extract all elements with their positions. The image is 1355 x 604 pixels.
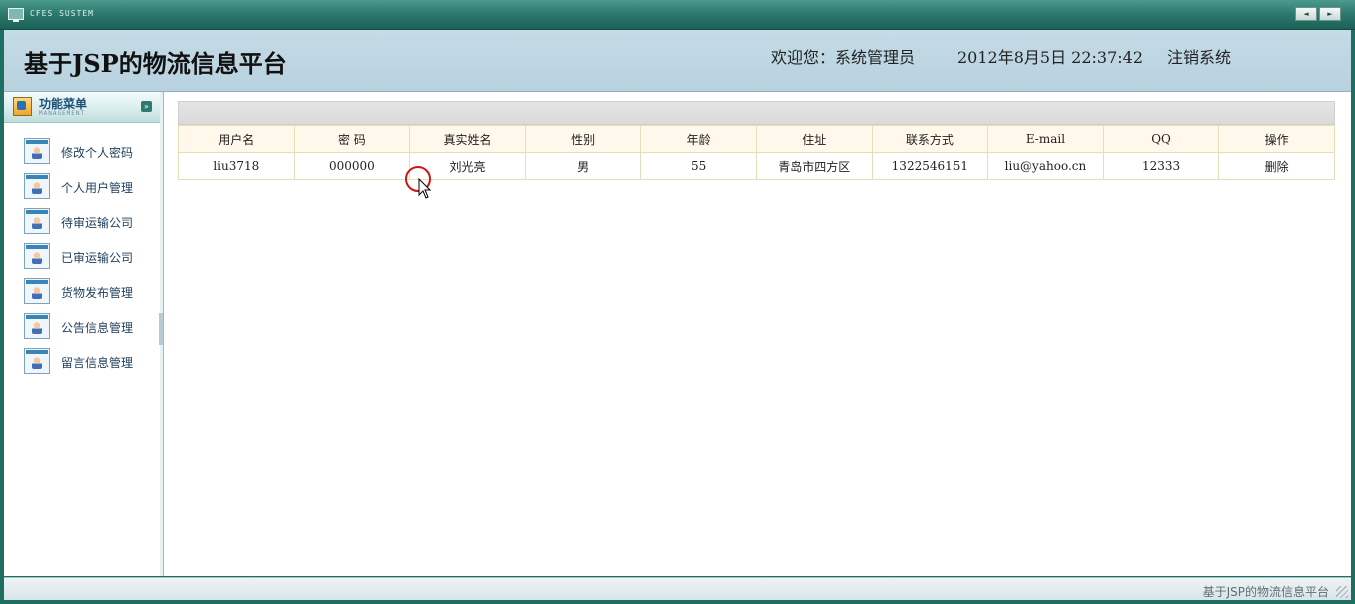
next-button[interactable]: ► [1319, 7, 1341, 21]
sidebar-item-label: 公告信息管理 [61, 321, 134, 335]
sidebar-item-change-password[interactable]: 修改个人密码 [24, 138, 154, 164]
footer-text: 基于JSP的物流信息平台 [1202, 585, 1329, 599]
sidebar-item-pending-carriers[interactable]: 待审运输公司 [24, 208, 154, 234]
nav-buttons: ◄ ► [1295, 7, 1341, 21]
main-content: 用户名 密 码 真实姓名 性别 年龄 住址 联系方式 E-mail QQ 操作 … [164, 92, 1351, 576]
cell-contact: 1322546151 [871, 152, 989, 180]
sidebar-item-approved-carriers[interactable]: 已审运输公司 [24, 243, 154, 269]
mouse-pointer-icon [418, 178, 432, 199]
menu-header: 功能菜单 MANAGEMENT » [4, 92, 160, 123]
col-real-name: 真实姓名 [409, 125, 526, 153]
user-card-icon [24, 208, 50, 234]
sidebar-item-label: 修改个人密码 [61, 146, 134, 160]
logout-link[interactable]: 注销系统 [1167, 44, 1231, 68]
col-address: 住址 [755, 125, 873, 153]
sidebar: 功能菜单 MANAGEMENT » 修改个人密码 个人用户管理 待审运输公司 已… [4, 92, 161, 576]
table-header-row: 用户名 密 码 真实姓名 性别 年龄 住址 联系方式 E-mail QQ 操作 [178, 125, 1335, 153]
cell-address: 青岛市四方区 [755, 152, 873, 180]
app-title: 基于JSP的物流信息平台 [24, 49, 287, 78]
user-card-icon [24, 173, 50, 199]
user-card-icon [24, 138, 50, 164]
cell-username: liu3718 [178, 152, 295, 180]
col-email: E-mail [987, 125, 1104, 153]
cell-gender: 男 [524, 152, 642, 180]
table-row: liu3718 000000 刘光亮 男 55 青岛市四方区 132254615… [178, 152, 1335, 180]
sidebar-item-messages[interactable]: 留言信息管理 [24, 348, 154, 374]
sidebar-item-cargo-publishing[interactable]: 货物发布管理 [24, 278, 154, 304]
menu-folder-icon [13, 97, 32, 116]
sidebar-item-label: 个人用户管理 [61, 181, 134, 195]
sidebar-item-label: 待审运输公司 [61, 216, 134, 230]
col-age: 年龄 [640, 125, 757, 153]
status-bar: 基于JSP的物流信息平台 [4, 577, 1351, 600]
page-header: 基于JSP的物流信息平台 欢迎您：系统管理员 2012年8月5日 22:37:4… [4, 30, 1351, 92]
menu-subtitle: MANAGEMENT [39, 110, 86, 117]
datetime-text: 2012年8月5日 22:37:42 [957, 48, 1144, 67]
cell-age: 55 [640, 152, 757, 180]
system-title-bar: CFES SUSTEM ◄ ► [0, 0, 1355, 30]
sidebar-item-label: 留言信息管理 [61, 356, 134, 370]
resize-grip-icon[interactable] [1336, 586, 1348, 598]
splitter-grip[interactable] [159, 313, 163, 345]
system-title: CFES SUSTEM [30, 9, 94, 18]
monitor-icon [8, 8, 24, 22]
table-caption-bar [178, 101, 1335, 125]
sidebar-item-label: 货物发布管理 [61, 286, 134, 300]
delete-link[interactable]: 删除 [1218, 152, 1335, 180]
sidebar-item-announcements[interactable]: 公告信息管理 [24, 313, 154, 339]
prev-button[interactable]: ◄ [1295, 7, 1317, 21]
col-password: 密 码 [293, 125, 411, 153]
col-contact: 联系方式 [871, 125, 989, 153]
user-card-icon [24, 348, 50, 374]
col-action: 操作 [1218, 125, 1335, 153]
user-card-icon [24, 313, 50, 339]
user-card-icon [24, 243, 50, 269]
user-table-container: 用户名 密 码 真实姓名 性别 年龄 住址 联系方式 E-mail QQ 操作 … [178, 101, 1335, 180]
col-gender: 性别 [524, 125, 642, 153]
col-username: 用户名 [178, 125, 295, 153]
sidebar-item-label: 已审运输公司 [61, 251, 134, 265]
collapse-icon[interactable]: » [141, 101, 152, 112]
cell-email: liu@yahoo.cn [987, 152, 1104, 180]
sidebar-item-user-management[interactable]: 个人用户管理 [24, 173, 154, 199]
user-card-icon [24, 278, 50, 304]
cell-password: 000000 [293, 152, 411, 180]
user-table: 用户名 密 码 真实姓名 性别 年龄 住址 联系方式 E-mail QQ 操作 … [178, 125, 1335, 180]
cell-qq: 12333 [1102, 152, 1220, 180]
col-qq: QQ [1102, 125, 1220, 153]
welcome-text: 欢迎您：系统管理员 [771, 48, 916, 67]
